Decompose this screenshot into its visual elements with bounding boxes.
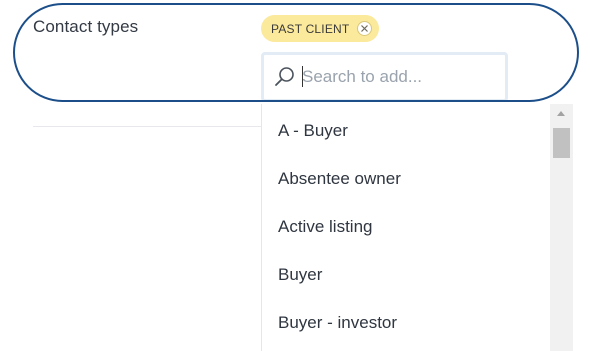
tag-chip-past-client: PAST CLIENT [261, 15, 380, 42]
field-label: Contact types [33, 17, 139, 36]
search-icon [275, 67, 294, 86]
tag-chip-label: PAST CLIENT [271, 21, 350, 36]
options-dropdown: A - Buyer Absentee owner Active listing … [261, 104, 573, 351]
option-buyer[interactable]: Buyer [278, 265, 322, 285]
contact-types-form: Contact types PAST CLIENT A - Buyer Abse… [0, 0, 591, 351]
divider [33, 126, 262, 127]
scroll-up-arrow-icon[interactable] [557, 111, 565, 116]
scroll-thumb[interactable] [553, 128, 570, 158]
option-active-listing[interactable]: Active listing [278, 217, 372, 237]
text-caret [302, 66, 303, 87]
search-box [261, 52, 508, 102]
dropdown-scrollbar[interactable] [550, 104, 573, 351]
close-icon-glyph [361, 25, 369, 32]
search-input[interactable] [302, 62, 500, 92]
close-icon[interactable] [357, 21, 373, 36]
option-absentee-owner[interactable]: Absentee owner [278, 169, 401, 189]
option-buyer-investor[interactable]: Buyer - investor [278, 313, 397, 333]
option-a-buyer[interactable]: A - Buyer [278, 121, 348, 141]
